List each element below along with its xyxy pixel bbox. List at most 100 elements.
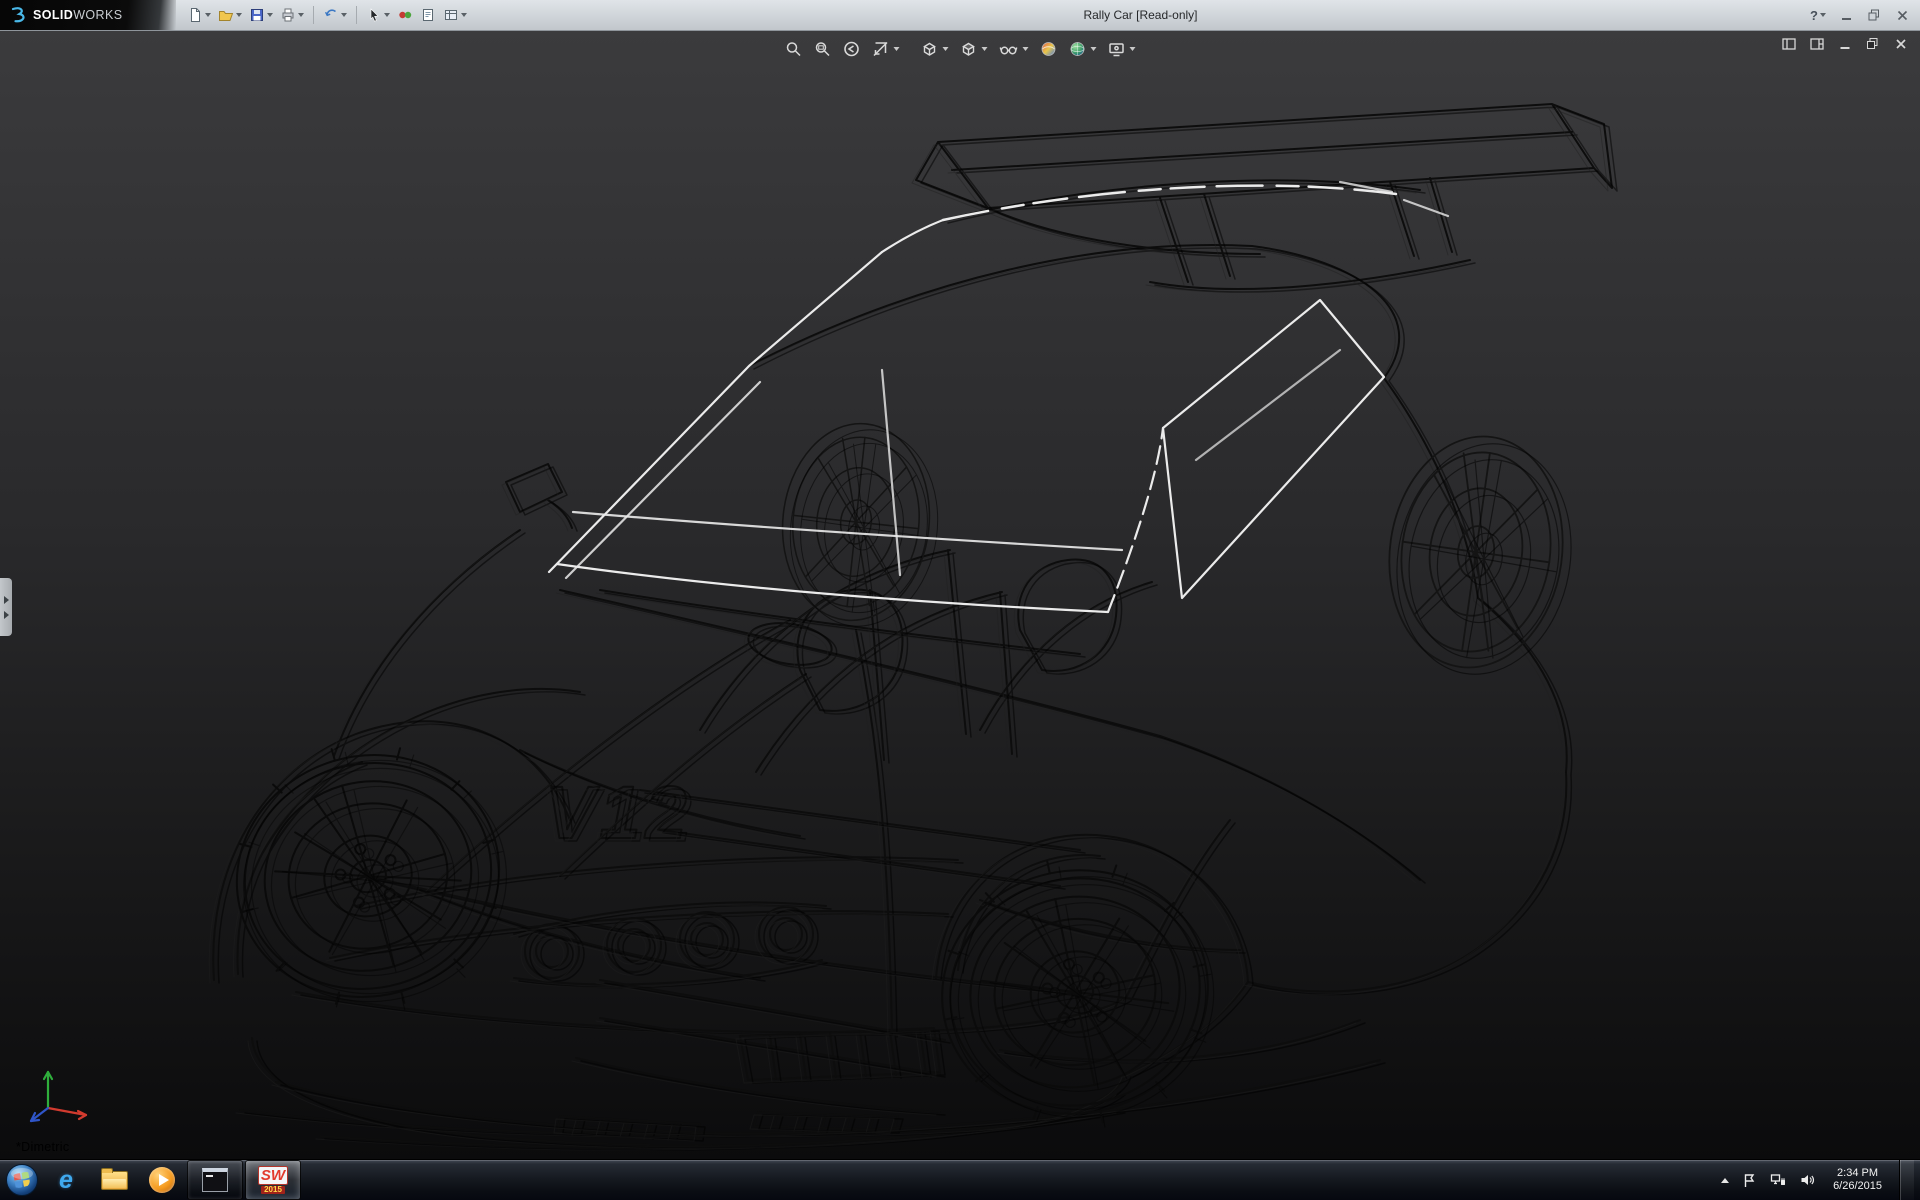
dropdown-caret-icon [894, 47, 900, 51]
select-cursor-icon [366, 7, 382, 23]
dropdown-caret-icon [982, 47, 988, 51]
panel-flyout-tab[interactable] [0, 578, 12, 636]
dropdown-caret-icon [943, 47, 949, 51]
taskbar-explorer-button[interactable] [91, 1161, 137, 1199]
open-button[interactable] [215, 3, 245, 27]
dropdown-caret-icon [1091, 47, 1097, 51]
view-orientation-label: *Dimetric [16, 1140, 69, 1154]
dropdown-caret-icon [461, 13, 467, 17]
close-icon [1897, 10, 1908, 21]
new-document-button[interactable] [184, 3, 214, 27]
zoom-to-area-button[interactable] [811, 38, 835, 60]
rebuild-button[interactable] [394, 3, 416, 27]
media-player-icon [149, 1167, 175, 1193]
display-pane-icon [1810, 38, 1824, 50]
select-button[interactable] [363, 3, 393, 27]
rear-right-wheel [1375, 425, 1589, 688]
edit-appearance-ball-icon [1040, 40, 1058, 58]
orientation-triad [22, 1062, 96, 1126]
zoom-to-fit-icon [785, 40, 803, 58]
options-button[interactable] [440, 3, 470, 27]
edit-appearance-button[interactable] [1037, 38, 1061, 60]
solidworks-app-icon: SW 2015 [258, 1166, 288, 1194]
doc-restore-button[interactable] [1865, 36, 1880, 51]
action-center-flag-icon[interactable] [1740, 1171, 1758, 1189]
section-view-button[interactable] [869, 38, 903, 60]
dropdown-caret-icon [236, 13, 242, 17]
taskbar-command-prompt-button[interactable] [187, 1160, 243, 1200]
taskbar-media-player-button[interactable] [139, 1161, 185, 1199]
titlebar: SOLIDWORKS [0, 0, 1920, 31]
hide-show-glasses-icon [999, 40, 1019, 58]
previous-view-icon [843, 40, 861, 58]
file-properties-icon [420, 7, 436, 23]
solidworks-window: SOLIDWORKS [0, 0, 1920, 1200]
solidworks-logo: SOLIDWORKS [0, 0, 176, 30]
new-document-icon [187, 7, 203, 23]
network-icon[interactable] [1769, 1171, 1787, 1189]
print-icon [280, 7, 296, 23]
undo-button[interactable] [320, 3, 350, 27]
rebuild-icon [397, 7, 413, 23]
titlebar-controls: ? [1810, 0, 1910, 30]
command-prompt-icon [202, 1168, 228, 1192]
wireframe-car-rendering: V12 [0, 30, 1920, 1160]
taskbar-clock[interactable]: 2:34 PM 6/26/2015 [1827, 1167, 1888, 1193]
taskbar-internet-explorer-button[interactable]: e [43, 1161, 89, 1199]
minimize-icon [1839, 38, 1851, 50]
windows-taskbar: e SW 2015 [0, 1159, 1920, 1200]
clock-date: 6/26/2015 [1833, 1180, 1882, 1193]
dropdown-caret-icon [341, 13, 347, 17]
graphics-viewport[interactable]: V12 [0, 30, 1920, 1160]
hide-show-items-button[interactable] [996, 38, 1032, 60]
close-icon [1895, 38, 1907, 50]
expand-arrow-icon [4, 611, 9, 619]
dropdown-caret-icon [1820, 13, 1826, 17]
display-style-cube-icon [960, 40, 978, 58]
show-desktop-button[interactable] [1899, 1160, 1914, 1200]
front-right-wheel [773, 416, 950, 636]
display-pane-toggle-button[interactable] [1809, 36, 1824, 51]
app-close-button[interactable] [1894, 7, 1910, 23]
doc-minimize-button[interactable] [1837, 36, 1852, 51]
undo-icon [323, 7, 339, 23]
apply-scene-globe-icon [1069, 40, 1087, 58]
standard-toolbar [184, 3, 470, 27]
help-button[interactable]: ? [1810, 8, 1826, 23]
view-orientation-button[interactable] [918, 38, 952, 60]
view-settings-button[interactable] [1105, 38, 1139, 60]
expand-arrow-icon [4, 596, 9, 604]
toolbar-separator [313, 6, 314, 24]
solidworks-year-badge: 2015 [261, 1186, 285, 1194]
show-hidden-icons-button[interactable] [1721, 1178, 1729, 1183]
volume-icon[interactable] [1798, 1171, 1816, 1189]
app-minimize-button[interactable] [1838, 7, 1854, 23]
display-style-button[interactable] [957, 38, 991, 60]
dropdown-caret-icon [384, 13, 390, 17]
print-button[interactable] [277, 3, 307, 27]
dropdown-caret-icon [1130, 47, 1136, 51]
heads-up-view-toolbar [782, 38, 1139, 60]
internet-explorer-icon: e [59, 1168, 73, 1193]
previous-view-button[interactable] [840, 38, 864, 60]
featuremanager-toggle-button[interactable] [1781, 36, 1796, 51]
taskbar-solidworks-button[interactable]: SW 2015 [245, 1160, 301, 1200]
zoom-to-area-icon [814, 40, 832, 58]
dropdown-caret-icon [267, 13, 273, 17]
app-restore-button[interactable] [1866, 7, 1882, 23]
zoom-to-fit-button[interactable] [782, 38, 806, 60]
dropdown-caret-icon [205, 13, 211, 17]
clock-time: 2:34 PM [1833, 1167, 1882, 1180]
save-button[interactable] [246, 3, 276, 27]
system-tray: 2:34 PM 6/26/2015 [1721, 1160, 1920, 1200]
view-orientation-cube-icon [921, 40, 939, 58]
help-label: ? [1810, 8, 1818, 23]
minimize-icon [1841, 10, 1852, 21]
windows-start-orb-icon [5, 1163, 39, 1197]
start-button[interactable] [2, 1160, 42, 1200]
apply-scene-button[interactable] [1066, 38, 1100, 60]
file-properties-button[interactable] [417, 3, 439, 27]
doc-close-button[interactable] [1893, 36, 1908, 51]
window-title: Rally Car [Read-only] [1083, 0, 1197, 30]
dropdown-caret-icon [298, 13, 304, 17]
